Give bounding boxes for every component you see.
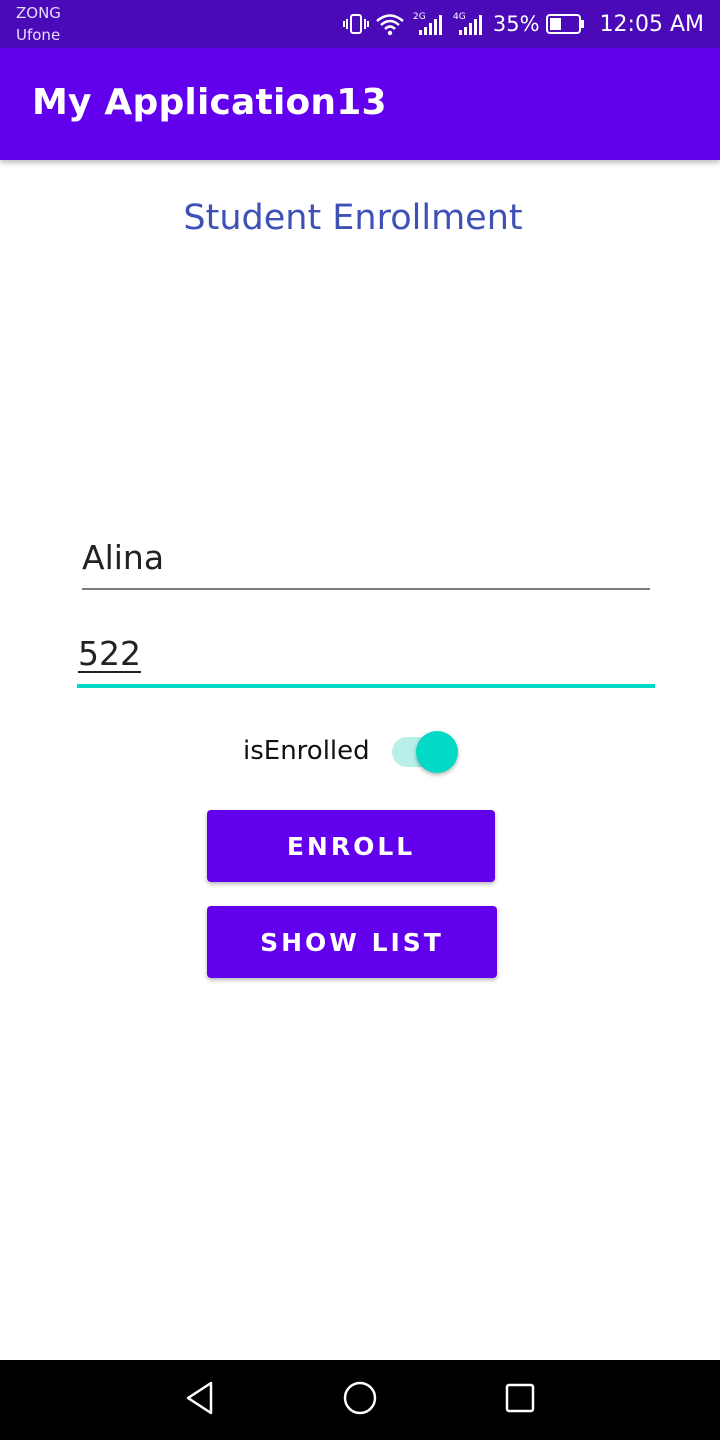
enrolled-switch-label: isEnrolled (243, 736, 370, 766)
vibrate-icon (342, 12, 369, 36)
switch-thumb (415, 731, 458, 773)
enroll-button[interactable]: ENROLL (207, 810, 495, 882)
id-input-value: 522 (78, 634, 141, 673)
name-input[interactable]: Alina (82, 530, 650, 590)
carrier-primary: ZONG (16, 4, 61, 22)
recents-icon (504, 1382, 536, 1418)
show-list-button[interactable]: SHOW LIST (207, 906, 497, 978)
id-input[interactable]: 522 (77, 628, 655, 688)
status-bar: ZONG Ufone 2G 4G 35% 12:05 AM (0, 0, 720, 48)
enrolled-switch[interactable] (391, 731, 458, 773)
name-input-value: Alina (82, 538, 165, 577)
signal-2g-icon: 2G (411, 11, 445, 37)
battery-percent: 35% (492, 12, 540, 36)
back-icon (183, 1380, 217, 1420)
status-icons: 2G 4G 35% 12:05 AM (342, 0, 704, 48)
network-4g-label: 4G (453, 12, 466, 22)
signal-4g-icon: 4G (451, 11, 485, 37)
app-bar: My Application13 (0, 48, 720, 160)
wifi-icon (375, 12, 405, 36)
recents-button[interactable] (480, 1360, 560, 1440)
home-button[interactable] (320, 1360, 400, 1440)
battery-icon (545, 13, 586, 35)
network-2g-label: 2G (413, 12, 426, 22)
navigation-bar (0, 1360, 720, 1440)
enrolled-switch-row: isEnrolled (243, 728, 458, 774)
app-title: My Application13 (32, 82, 387, 123)
status-clock: 12:05 AM (599, 11, 704, 37)
home-icon (342, 1380, 378, 1420)
carrier-secondary: Ufone (16, 26, 61, 44)
back-button[interactable] (160, 1360, 240, 1440)
page-heading: Student Enrollment (183, 198, 523, 238)
